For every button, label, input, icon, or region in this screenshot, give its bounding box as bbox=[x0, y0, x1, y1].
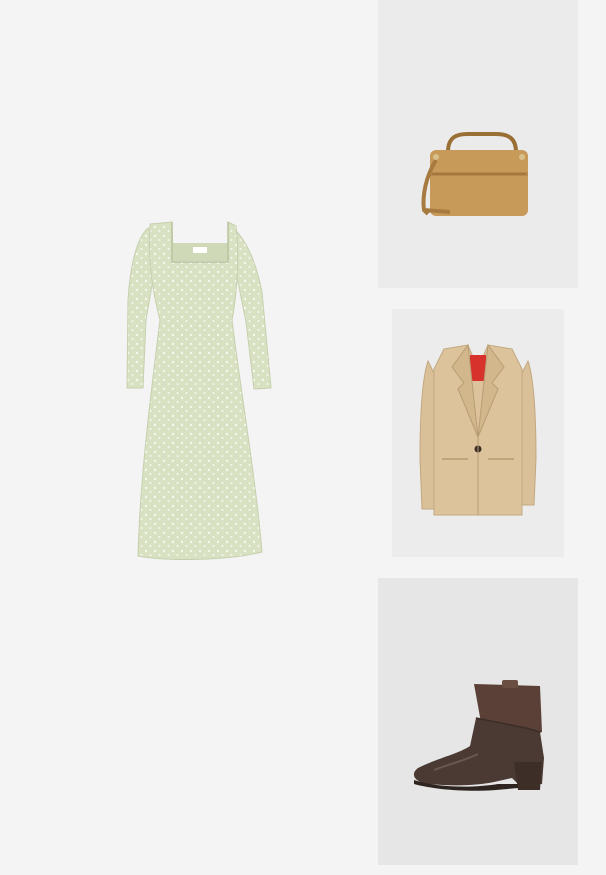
dress-icon bbox=[126, 221, 272, 560]
product-tile-handbag[interactable] bbox=[378, 0, 578, 288]
product-tile-ankle-boot[interactable] bbox=[378, 578, 578, 865]
boot-icon bbox=[413, 680, 544, 791]
blazer-icon bbox=[419, 343, 537, 516]
product-tile-blazer[interactable] bbox=[392, 309, 564, 557]
product-tile-dress[interactable] bbox=[0, 0, 378, 875]
handbag-icon bbox=[421, 132, 528, 216]
